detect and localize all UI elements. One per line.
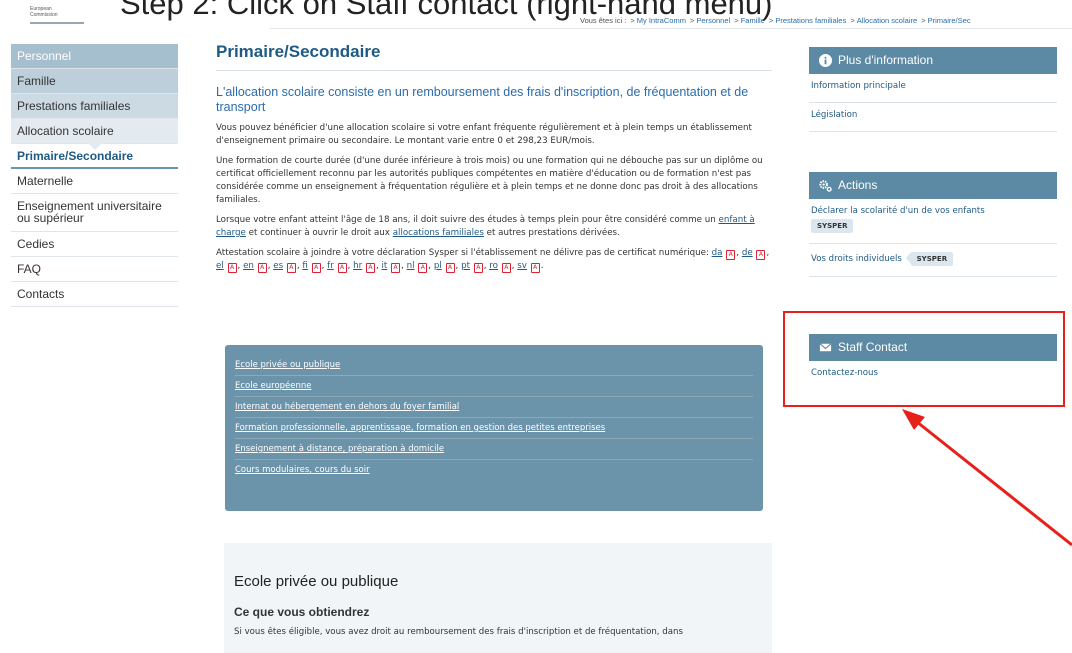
pdf-link-ro[interactable]: ro (489, 261, 498, 271)
pdf-icon: A (391, 263, 401, 273)
link-ecole-europeenne[interactable]: Ecole européenne (235, 376, 753, 397)
sidebar-item-allocation-scolaire[interactable]: Allocation scolaire (11, 119, 178, 150)
sidebar-item-personnel[interactable]: Personnel (11, 44, 178, 69)
pdf-link-sv[interactable]: sv (517, 261, 527, 271)
gears-icon (819, 180, 832, 192)
panel-plus-information: Plus d'information Information principal… (809, 47, 1057, 132)
breadcrumb-item[interactable]: My IntraComm (637, 16, 686, 25)
european-commission-logo[interactable]: European Commission (30, 6, 84, 24)
breadcrumb-item[interactable]: Personnel (696, 16, 730, 25)
pdf-link-it[interactable]: it (381, 261, 387, 271)
pdf-link-fi[interactable]: fi (302, 261, 307, 271)
link-enseignement-distance[interactable]: Enseignement à distance, préparation à d… (235, 439, 753, 460)
link-internat[interactable]: Internat ou hébergement en dehors du foy… (235, 397, 753, 418)
pdf-link-nl[interactable]: nl (407, 261, 415, 271)
pdf-link-en[interactable]: en (243, 261, 254, 271)
breadcrumb-item[interactable]: Allocation scolaire (857, 16, 917, 25)
sidebar-item-faq[interactable]: FAQ (11, 257, 178, 282)
link-formation-professionnelle[interactable]: Formation professionnelle, apprentissage… (235, 418, 753, 439)
p3-text-a: Lorsque votre enfant atteint l'âge de 18… (216, 215, 716, 225)
action-droits-individuels[interactable]: Vos droits individuels SYSPER (809, 244, 1057, 277)
info-icon (819, 54, 832, 67)
pdf-link-pt[interactable]: pt (461, 261, 470, 271)
pdf-icon: A (311, 263, 321, 273)
pdf-link-el[interactable]: el (216, 261, 224, 271)
pdf-icon: A (227, 263, 237, 273)
pdf-icon: A (756, 250, 766, 260)
p3-text-b: et continuer à ouvrir le droit aux (248, 228, 390, 238)
intro-lead: L'allocation scolaire consiste en un rem… (216, 85, 749, 114)
breadcrumb-divider (270, 28, 1072, 29)
panel-header-info: Plus d'information (809, 47, 1057, 74)
panel-title-actions: Actions (838, 178, 878, 192)
breadcrumb: Vous êtes ici : > My IntraComm > Personnel… (580, 16, 971, 25)
sidebar-item-prestations-familiales[interactable]: Prestations familiales (11, 94, 178, 119)
sidebar-item-maternelle[interactable]: Maternelle (11, 169, 178, 194)
action-label: Vos droits individuels (811, 254, 902, 264)
p3-text-c: et autres prestations dérivées. (486, 228, 620, 238)
breadcrumb-item-current[interactable]: Primaire/Sec (928, 16, 971, 25)
section-ecole-privee: Ecole privée ou publique Ce que vous obt… (224, 543, 772, 653)
sidebar-item-cedies[interactable]: Cedies (11, 232, 178, 257)
breadcrumb-item[interactable]: Famille (741, 16, 765, 25)
sysper-tag: SYSPER (905, 252, 954, 266)
pdf-icon: A (530, 263, 540, 273)
pdf-link-hr[interactable]: hr (353, 261, 362, 271)
panel-title-info: Plus d'information (838, 53, 934, 67)
link-legislation[interactable]: Législation (809, 103, 1057, 132)
attestation-text: Attestation scolaire à joindre à votre d… (216, 248, 709, 258)
pdf-icon: A (365, 263, 375, 273)
sysper-tag: SYSPER (811, 219, 854, 233)
section-subtitle: Ce que vous obtiendrez (234, 605, 370, 619)
pdf-icon: A (473, 263, 483, 273)
link-allocations-familiales[interactable]: allocations familiales (393, 228, 484, 238)
paragraph-short-training: Une formation de courte durée (d'une dur… (216, 156, 763, 205)
breadcrumb-item[interactable]: Prestations familiales (775, 16, 846, 25)
highlight-box (783, 311, 1065, 407)
panel-header-actions: Actions (809, 172, 1057, 199)
pdf-icon: A (726, 250, 736, 260)
pdf-link-es[interactable]: es (273, 261, 283, 271)
sidebar-item-contacts[interactable]: Contacts (11, 282, 178, 307)
pdf-icon: A (445, 263, 455, 273)
link-cours-modulaires[interactable]: Cours modulaires, cours du soir (235, 460, 753, 481)
action-declarer-scolarite[interactable]: Déclarer la scolarité d'un de vos enfant… (809, 199, 1057, 244)
paragraph-age-18: Lorsque votre enfant atteint l'âge de 18… (216, 214, 772, 240)
paragraph-eligibility: Vous pouvez bénéficier d'une allocation … (216, 123, 752, 146)
panel-actions: Actions Déclarer la scolarité d'un de vo… (809, 172, 1057, 277)
pdf-icon: A (501, 263, 511, 273)
link-ecole-privee-publique[interactable]: Ecole privée ou publique (235, 355, 753, 376)
sidebar-item-famille[interactable]: Famille (11, 69, 178, 94)
breadcrumb-prefix: Vous êtes ici : (580, 16, 627, 25)
paragraph-attestation: Attestation scolaire à joindre à votre d… (216, 247, 772, 273)
section-title: Ecole privée ou publique (234, 573, 399, 590)
sidebar-item-enseignement-universitaire[interactable]: Enseignement universitaire ou supérieur (11, 194, 178, 232)
section-text: Si vous êtes éligible, vous avez droit a… (234, 627, 683, 637)
pdf-link-fr[interactable]: fr (327, 261, 334, 271)
main-content: Primaire/Secondaire L'allocation scolair… (216, 42, 772, 273)
pdf-icon: A (257, 263, 267, 273)
pdf-icon: A (418, 263, 428, 273)
pdf-icon: A (286, 263, 296, 273)
subtopic-link-box: Ecole privée ou publique Ecole européenn… (225, 345, 763, 511)
left-sidebar: Personnel Famille Prestations familiales… (11, 44, 178, 307)
pdf-link-pl[interactable]: pl (434, 261, 442, 271)
pdf-link-da[interactable]: da (712, 248, 723, 258)
link-information-principale[interactable]: Information principale (809, 74, 1057, 103)
pdf-icon: A (337, 263, 347, 273)
action-label: Déclarer la scolarité d'un de vos enfant… (811, 206, 985, 216)
logo-line-2: Commission (30, 12, 58, 18)
page-title: Primaire/Secondaire (216, 42, 772, 71)
pdf-link-de[interactable]: de (742, 248, 753, 258)
